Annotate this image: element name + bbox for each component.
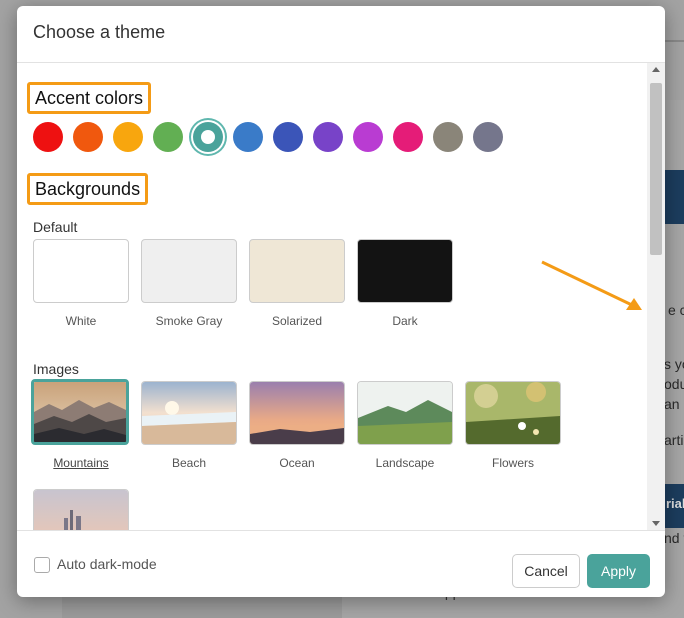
background-tile-white[interactable]: White	[33, 239, 129, 328]
background-fragment: rial	[666, 496, 684, 511]
tile-label: Beach	[171, 456, 207, 470]
accent-color-swatch[interactable]	[153, 122, 183, 152]
tile-label: Dark	[392, 314, 418, 328]
dialog-footer: Auto dark-mode Cancel Apply	[17, 530, 665, 597]
background-fragment: e co	[668, 302, 684, 318]
tile-label: Solarized	[271, 314, 323, 328]
accent-color-swatch[interactable]	[233, 122, 263, 152]
landscape-image	[357, 381, 453, 445]
accent-color-swatch[interactable]	[393, 122, 423, 152]
backgrounds-heading: Backgrounds	[27, 173, 149, 205]
accent-color-swatch[interactable]	[313, 122, 343, 152]
mountains-image	[31, 379, 129, 445]
background-rule	[665, 40, 684, 42]
accent-color-swatch[interactable]	[433, 122, 463, 152]
scrollbar-thumb[interactable]	[650, 83, 662, 255]
accent-colors-heading: Accent colors	[27, 82, 152, 114]
default-backgrounds-label: Default	[33, 219, 78, 235]
white-preview	[33, 239, 129, 303]
ocean-image	[249, 381, 345, 445]
tile-label: Ocean	[279, 456, 315, 470]
dark-preview	[357, 239, 453, 303]
accent-color-swatch[interactable]	[73, 122, 103, 152]
tile-label: Smoke Gray	[155, 314, 223, 328]
beach-image	[141, 381, 237, 445]
auto-dark-mode-label[interactable]: Auto dark-mode	[57, 556, 157, 572]
background-fragment: s yo	[664, 356, 684, 372]
solarized-preview	[249, 239, 345, 303]
dialog-title: Choose a theme	[33, 22, 166, 42]
tile-label: White	[65, 314, 97, 328]
background-fragment: nd t	[664, 530, 684, 546]
auto-dark-mode-checkbox[interactable]	[34, 557, 50, 573]
background-fragment: oduc	[664, 376, 684, 392]
accent-color-swatch[interactable]	[193, 122, 223, 152]
background-tile-beach[interactable]: Beach	[141, 381, 237, 470]
flowers-image	[465, 381, 561, 445]
tile-label: Mountains	[53, 456, 109, 470]
accent-color-swatch[interactable]	[113, 122, 143, 152]
background-tile-ocean[interactable]: Ocean	[249, 381, 345, 470]
accent-color-swatch[interactable]	[273, 122, 303, 152]
apply-button[interactable]: Apply	[587, 554, 650, 588]
background-tile-mountains[interactable]: Mountains	[31, 379, 129, 470]
accent-color-swatch[interactable]	[33, 122, 63, 152]
background-tile-city[interactable]	[33, 489, 129, 530]
scroll-up-arrow-icon[interactable]	[652, 67, 660, 72]
annotation-arrow-icon	[541, 260, 642, 310]
accent-color-swatch[interactable]	[473, 122, 503, 152]
background-fragment: an	[664, 396, 680, 412]
accent-color-swatch[interactable]	[353, 122, 383, 152]
background-tile-flowers[interactable]: Flowers	[465, 381, 561, 470]
background-tile-solarized[interactable]: Solarized	[249, 239, 345, 328]
background-fragment: arti	[664, 432, 684, 448]
tile-label: Flowers	[491, 456, 534, 470]
cancel-button[interactable]: Cancel	[512, 554, 580, 588]
background-tile-smoke-gray[interactable]: Smoke Gray	[141, 239, 237, 328]
smoke-gray-preview	[141, 239, 237, 303]
scroll-down-arrow-icon[interactable]	[652, 521, 660, 526]
city-image	[33, 489, 129, 530]
background-tile-dark[interactable]: Dark	[357, 239, 453, 328]
image-backgrounds-label: Images	[33, 361, 79, 377]
background-tile-landscape[interactable]: Landscape	[357, 381, 453, 470]
tile-label: Landscape	[375, 456, 435, 470]
background-blue-bar: rial	[662, 484, 684, 528]
dialog-scrollbar[interactable]	[647, 63, 665, 530]
background-blue-block	[662, 170, 684, 224]
dialog-header: Choose a theme	[17, 6, 665, 63]
